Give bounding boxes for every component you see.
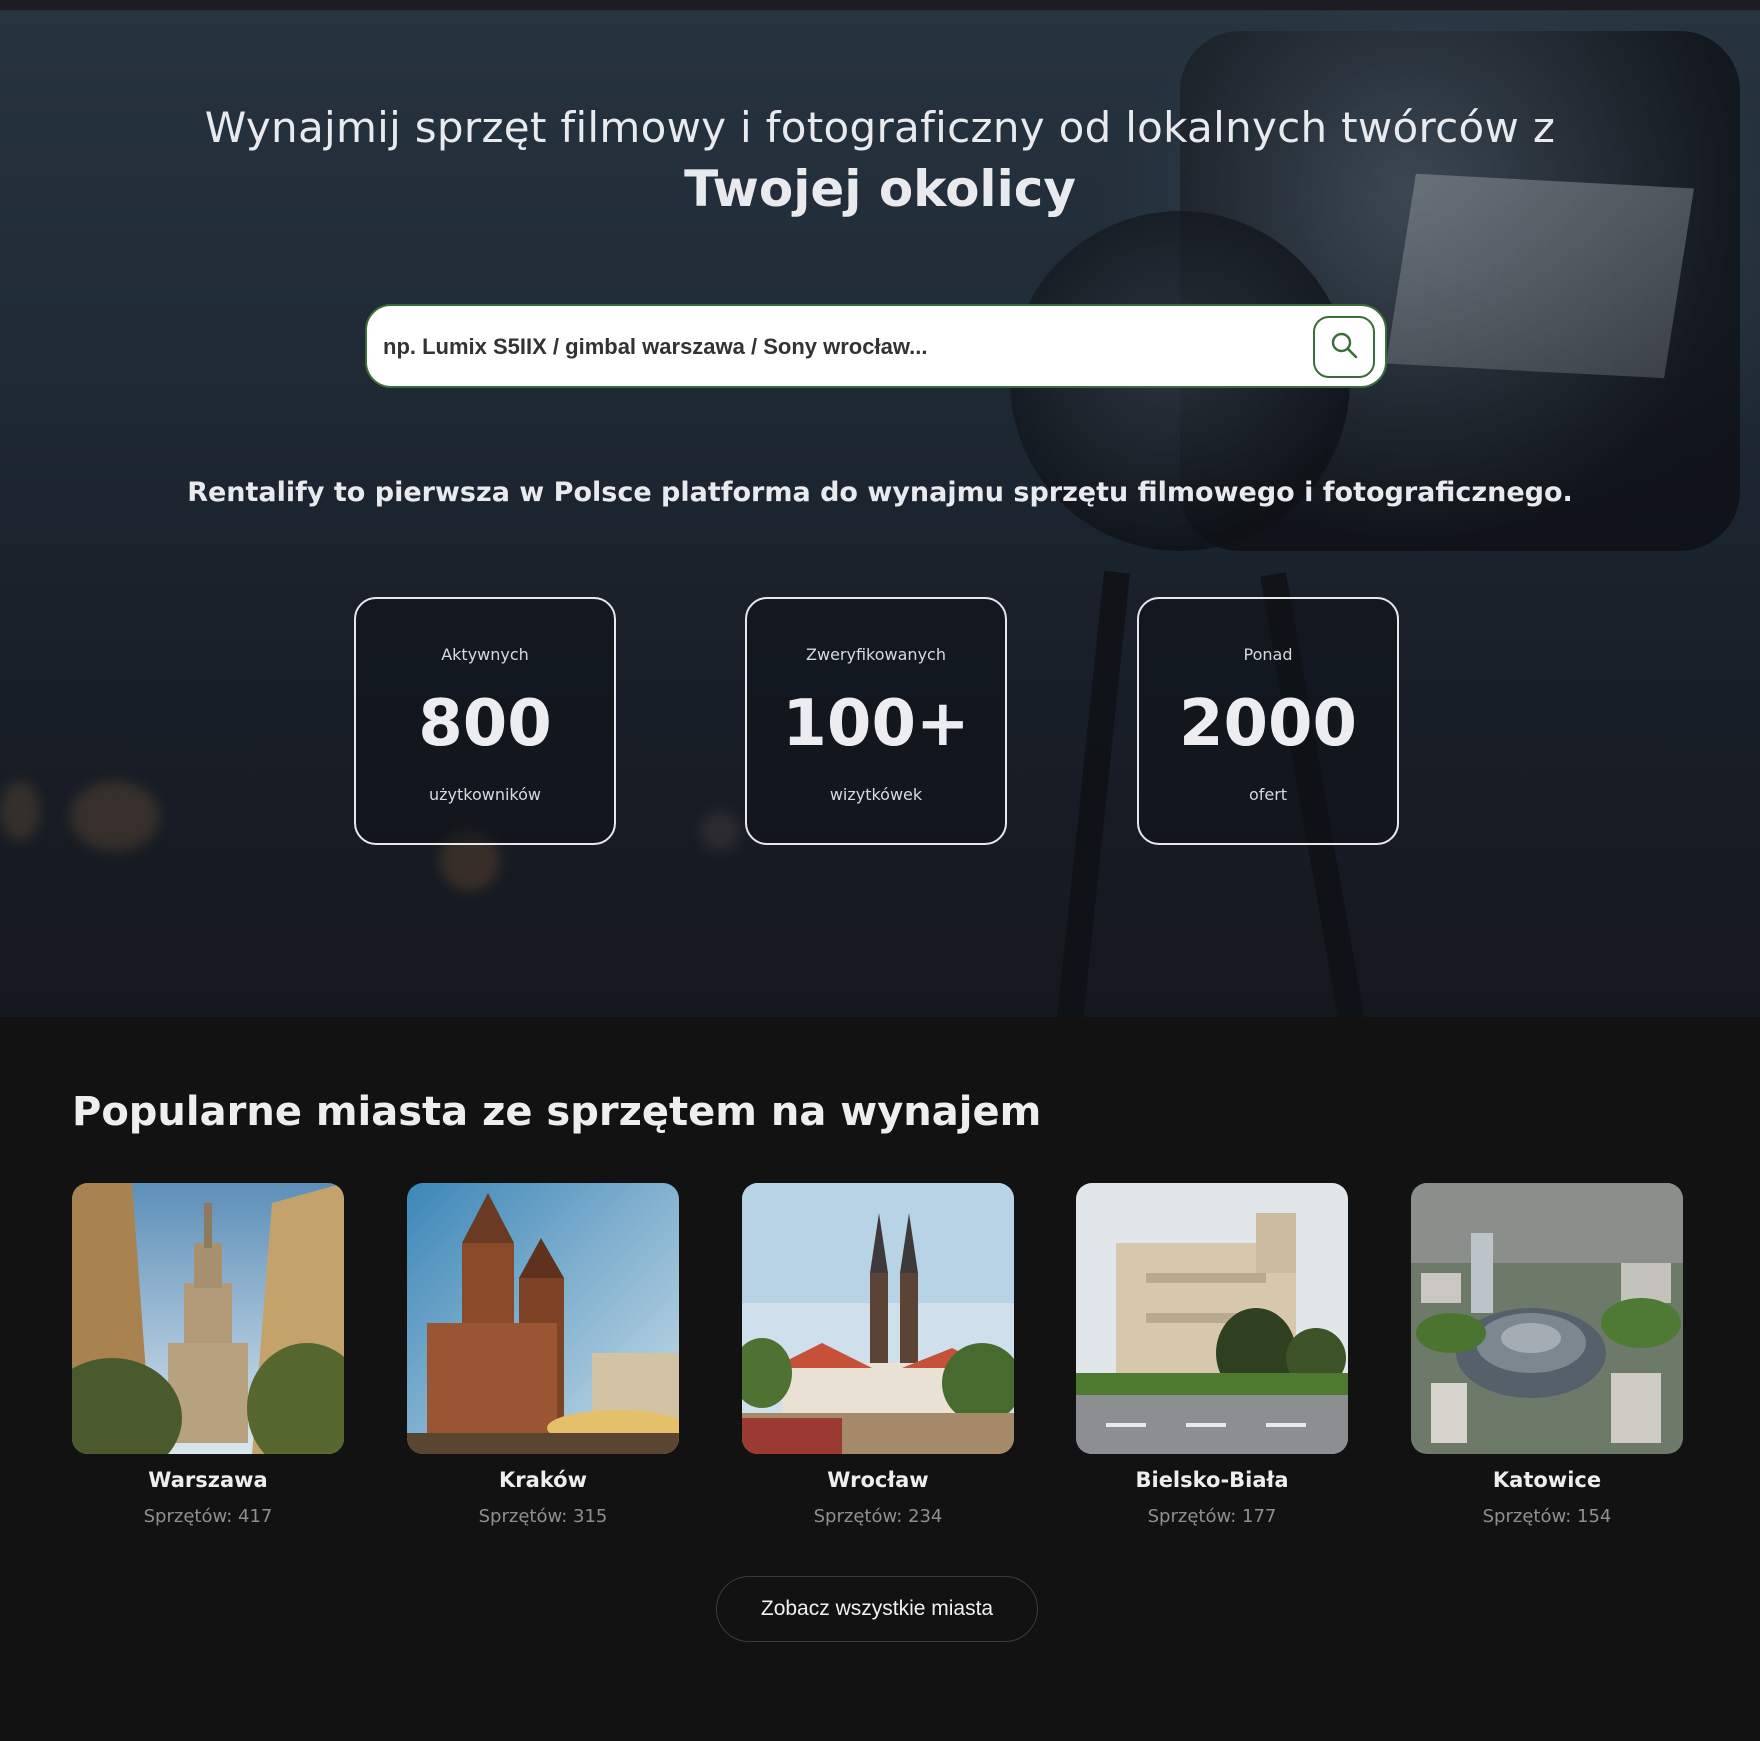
stat-number: 800 (418, 687, 552, 761)
city-equipment-count: Sprzętów: 417 (143, 1506, 273, 1527)
hero-title-line1: Wynajmij sprzęt filmowy i fotograficzny … (204, 103, 1556, 152)
city-equipment-count: Sprzętów: 234 (813, 1506, 943, 1527)
city-name: Bielsko-Biała (1135, 1468, 1289, 1492)
hero-tagline: Rentalify to pierwsza w Polsce platforma… (187, 477, 1573, 508)
stat-suffix: ofert (1248, 785, 1288, 804)
city-name: Kraków (498, 1468, 588, 1492)
bokeh-light (700, 811, 740, 851)
city-card-katowice[interactable]: Katowice Sprzętów: 154 (1411, 1183, 1683, 1527)
city-card-bielsko-biala[interactable]: Bielsko-Biała Sprzętów: 177 (1076, 1183, 1348, 1527)
stat-number: 2000 (1178, 687, 1358, 761)
search-bar (365, 304, 1387, 388)
hero-section: Wynajmij sprzęt filmowy i fotograficzny … (0, 11, 1760, 1017)
city-equipment-count: Sprzętów: 315 (478, 1506, 608, 1527)
hero-title-line2: Twojej okolicy (684, 160, 1076, 218)
stat-suffix: użytkowników (428, 785, 541, 804)
city-name: Wrocław (827, 1468, 929, 1492)
city-card-warszawa[interactable]: Warszawa Sprzętów: 417 (72, 1183, 344, 1527)
search-input[interactable] (381, 326, 1265, 368)
stat-prefix: Aktywnych (441, 645, 529, 664)
stat-card-offers: Ponad 2000 ofert (1137, 597, 1399, 845)
tripod-leg-decoration (1056, 570, 1130, 1017)
stat-number: 100+ (782, 687, 970, 761)
city-photo[interactable] (1411, 1183, 1683, 1454)
search-button[interactable] (1313, 316, 1375, 378)
city-equipment-count: Sprzętów: 154 (1482, 1506, 1612, 1527)
city-equipment-count: Sprzętów: 177 (1147, 1506, 1277, 1527)
hero-title: Wynajmij sprzęt filmowy i fotograficzny … (0, 103, 1760, 218)
stat-prefix: Ponad (1243, 645, 1293, 664)
search-icon (1329, 330, 1359, 364)
city-photo[interactable] (742, 1183, 1014, 1454)
stat-suffix: wizytkówek (829, 785, 923, 804)
city-card-krakow[interactable]: Kraków Sprzętów: 315 (407, 1183, 679, 1527)
city-name: Katowice (1492, 1468, 1602, 1492)
city-card-wroclaw[interactable]: Wrocław Sprzętów: 234 (742, 1183, 1014, 1527)
bokeh-light (70, 781, 160, 851)
top-bar (0, 0, 1760, 11)
city-photo[interactable] (72, 1183, 344, 1454)
bokeh-light (0, 781, 40, 841)
city-photo[interactable] (1076, 1183, 1348, 1454)
stat-card-users: Aktywnych 800 użytkowników (354, 597, 616, 845)
stat-prefix: Zweryfikowanych (806, 645, 946, 664)
section-heading: Popularne miasta ze sprzętem na wynajem (72, 1089, 1042, 1135)
city-name: Warszawa (148, 1468, 268, 1492)
city-photo[interactable] (407, 1183, 679, 1454)
see-all-cities-button[interactable]: Zobacz wszystkie miasta (716, 1576, 1038, 1642)
stat-card-profiles: Zweryfikowanych 100+ wizytkówek (745, 597, 1007, 845)
